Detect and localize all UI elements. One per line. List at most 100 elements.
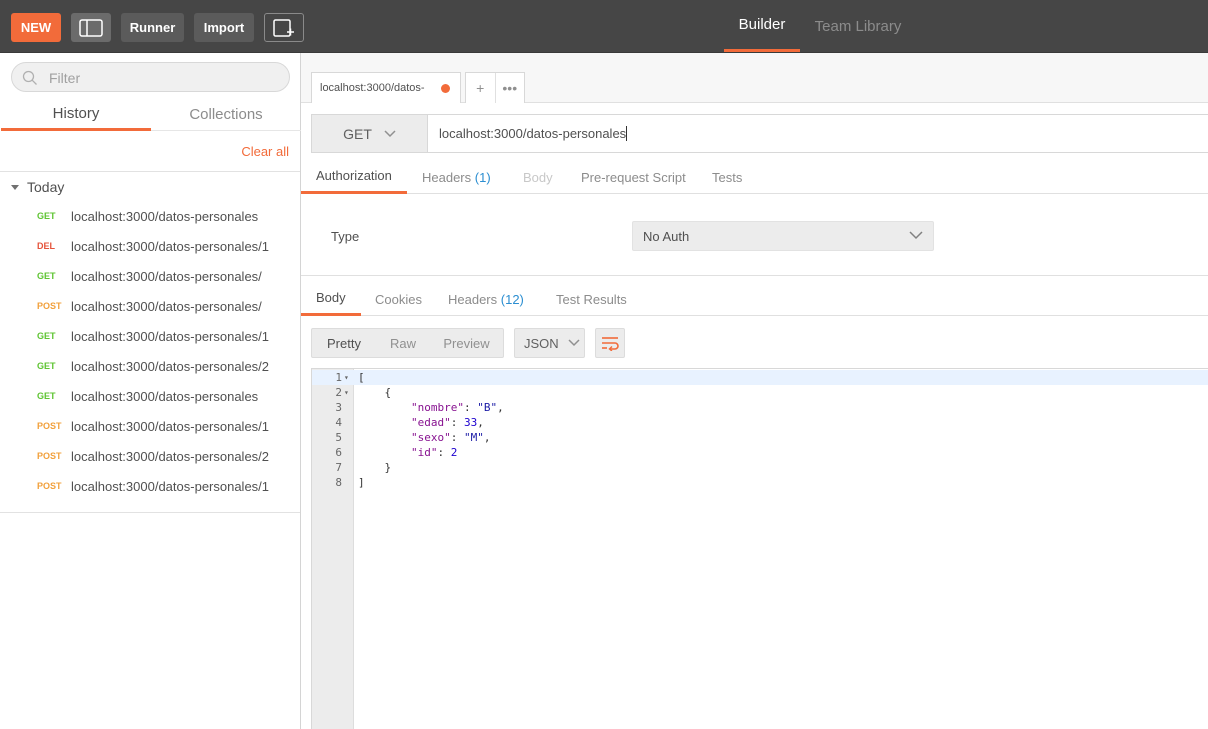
fold-arrow-icon[interactable]: ▾	[344, 370, 349, 385]
code-text: "sexo": "M",	[410, 431, 491, 444]
code-line: 3 "nombre": "B",	[312, 400, 1208, 415]
code-line: 1 ▾ [	[312, 370, 1208, 385]
tab-request-body[interactable]: Body	[523, 160, 553, 194]
history-url: localhost:3000/datos-personales/1	[71, 478, 270, 494]
tab-authorization[interactable]: Authorization	[301, 160, 407, 194]
pretty-button[interactable]: Pretty	[312, 329, 376, 357]
preview-button[interactable]: Preview	[430, 329, 503, 357]
code-text: }	[358, 461, 392, 474]
view-mode-group: Pretty Raw Preview	[311, 328, 504, 358]
json-key: "nombre"	[410, 401, 464, 414]
clear-all-link[interactable]: Clear all	[241, 144, 289, 159]
more-tabs-button[interactable]: •••	[496, 73, 525, 103]
auth-type-select[interactable]: No Auth	[632, 221, 934, 251]
unsaved-dot-icon	[441, 84, 450, 93]
headers-count: (1)	[474, 169, 491, 185]
history-item[interactable]: DEL localhost:3000/datos-personales/1	[0, 231, 300, 261]
json-string: "B"	[477, 401, 498, 414]
history-item[interactable]: GET localhost:3000/datos-personales/1	[0, 321, 300, 351]
history-item[interactable]: GET localhost:3000/datos-personales	[0, 381, 300, 411]
history-item[interactable]: GET localhost:3000/datos-personales	[0, 201, 300, 231]
history-item[interactable]: POST localhost:3000/datos-personales/1	[0, 471, 300, 501]
history-group-today[interactable]: Today	[11, 179, 64, 195]
method-badge: DEL	[37, 241, 55, 251]
import-button[interactable]: Import	[194, 13, 254, 42]
caret-down-icon	[11, 184, 19, 190]
new-button[interactable]: NEW	[11, 13, 61, 42]
raw-button[interactable]: Raw	[376, 329, 430, 357]
url-input[interactable]: localhost:3000/datos-personales	[439, 126, 628, 141]
divider	[0, 512, 300, 513]
code-text: "edad": 33,	[410, 416, 484, 429]
chevron-down-icon	[384, 129, 396, 137]
tab-label: Headers	[422, 169, 472, 185]
method-badge: POST	[37, 301, 62, 311]
tab-builder[interactable]: Builder	[724, 0, 800, 52]
tab-label: Headers	[448, 291, 498, 307]
method-badge: GET	[37, 271, 56, 281]
line-number: 7	[335, 461, 342, 474]
tab-response-body[interactable]: Body	[301, 282, 361, 316]
wrap-lines-icon	[602, 337, 619, 351]
toggle-sidebar-button[interactable]	[71, 13, 111, 42]
runner-button[interactable]: Runner	[121, 13, 184, 42]
tab-pre-request-script[interactable]: Pre-request Script	[581, 160, 686, 194]
response-editor[interactable]: 1 ▾ [ 2 ▾ { 3 "nombre": "B", 4 "edad": 3…	[311, 368, 1208, 729]
line-number: 8	[335, 476, 342, 489]
add-tab-button[interactable]: +	[466, 73, 496, 103]
code-text: "nombre": "B",	[410, 401, 504, 414]
json-key: "sexo"	[410, 431, 451, 444]
method-badge: GET	[37, 361, 56, 371]
tab-tests[interactable]: Tests	[712, 160, 742, 194]
history-item[interactable]: POST localhost:3000/datos-personales/1	[0, 411, 300, 441]
method-badge: GET	[37, 391, 56, 401]
history-item[interactable]: POST localhost:3000/datos-personales/	[0, 291, 300, 321]
request-tab-bar: localhost:3000/datos- + •••	[301, 53, 1208, 103]
fold-arrow-icon[interactable]: ▾	[344, 385, 349, 400]
wrap-lines-button[interactable]	[595, 328, 625, 358]
line-number: 5	[335, 431, 342, 444]
tab-test-results[interactable]: Test Results	[556, 282, 627, 316]
history-url: localhost:3000/datos-personales/2	[71, 358, 270, 374]
request-sub-tabs: Authorization Headers (1) Body Pre-reque…	[301, 160, 1208, 194]
json-string: "M"	[463, 431, 484, 444]
tab-team-library[interactable]: Team Library	[810, 0, 906, 52]
history-item[interactable]: GET localhost:3000/datos-personales/	[0, 261, 300, 291]
code-line: 5 "sexo": "M",	[312, 430, 1208, 445]
filter-input[interactable]: Filter	[11, 62, 290, 92]
tab-collections[interactable]: Collections	[151, 99, 301, 131]
json-number: 2	[450, 446, 458, 459]
history-item[interactable]: POST localhost:3000/datos-personales/2	[0, 441, 300, 471]
method-select[interactable]: GET	[312, 115, 428, 152]
history-url: localhost:3000/datos-personales/1	[71, 418, 270, 434]
tab-cookies[interactable]: Cookies	[375, 282, 422, 316]
line-number: 4	[335, 416, 342, 429]
method-value: GET	[343, 125, 372, 142]
tab-request-headers[interactable]: Headers (1)	[422, 160, 491, 194]
new-window-icon	[273, 18, 294, 37]
history-group-label: Today	[27, 179, 65, 195]
filter-placeholder: Filter	[49, 70, 81, 86]
code-line: 2 ▾ {	[312, 385, 1208, 400]
top-bar: NEW Runner Import Builder Team Library	[0, 0, 1208, 53]
method-badge: POST	[37, 451, 62, 461]
method-badge: POST	[37, 481, 62, 491]
new-window-button[interactable]	[264, 13, 304, 42]
request-tab-title: localhost:3000/datos-	[320, 82, 425, 94]
auth-type-value: No Auth	[643, 228, 690, 244]
chevron-down-icon	[909, 231, 923, 240]
method-badge: GET	[37, 331, 56, 341]
tab-actions: + •••	[465, 72, 525, 103]
code-line: 4 "edad": 33,	[312, 415, 1208, 430]
chevron-down-icon	[568, 339, 580, 347]
history-item[interactable]: GET localhost:3000/datos-personales/2	[0, 351, 300, 381]
format-select[interactable]: JSON	[514, 328, 585, 358]
tab-history[interactable]: History	[1, 99, 151, 131]
history-url: localhost:3000/datos-personales/	[71, 298, 262, 314]
code-line: 6 "id": 2	[312, 445, 1208, 460]
code-line: 7 }	[312, 460, 1208, 475]
request-tab[interactable]: localhost:3000/datos-	[311, 72, 461, 103]
tab-response-headers[interactable]: Headers (12)	[448, 282, 524, 316]
search-icon	[22, 70, 37, 85]
response-tabs: Body Cookies Headers (12) Test Results	[301, 282, 1208, 316]
